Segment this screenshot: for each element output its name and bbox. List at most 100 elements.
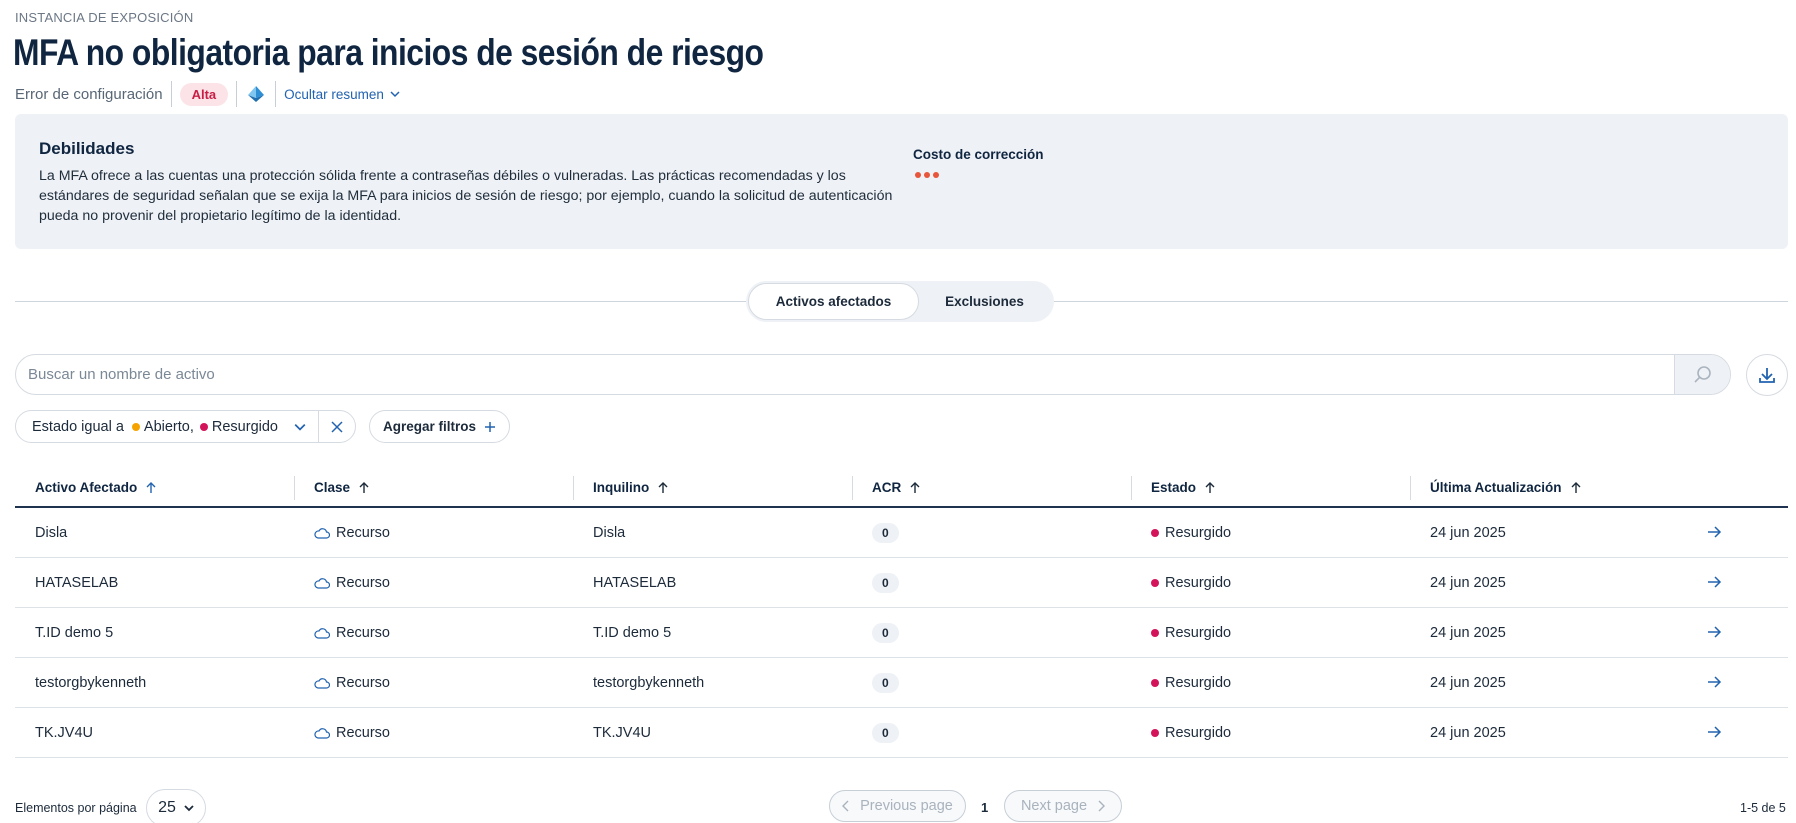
exposure-category: Error de configuración — [15, 85, 163, 103]
status-resurged-dot — [1151, 528, 1159, 537]
previous-page-button[interactable]: Previous page — [829, 790, 966, 822]
cell-acr: 0 — [852, 622, 1131, 643]
divider — [170, 81, 172, 107]
tab-exclusions[interactable]: Exclusiones — [919, 283, 1050, 320]
cell-class: Recurso — [294, 525, 573, 541]
cell-tenant: T.ID demo 5 — [593, 624, 672, 641]
hide-summary-toggle[interactable]: Ocultar resumen — [284, 87, 400, 102]
acr-badge: 0 — [872, 672, 899, 693]
row-open-button[interactable] — [1705, 623, 1723, 641]
table-row[interactable]: TK.JV4U Recurso TK.JV4U 0 Resurgido 24 j… — [15, 708, 1788, 758]
row-open-button[interactable] — [1705, 723, 1723, 741]
column-header-asset[interactable]: Activo Afectado — [15, 468, 294, 506]
cost-dot — [924, 172, 930, 178]
arrow-right-icon — [1708, 626, 1722, 638]
download-button[interactable] — [1746, 354, 1788, 396]
filter-value-open: Abierto, — [143, 418, 194, 435]
cell-class: Recurso — [294, 625, 573, 641]
tab-divider-left — [15, 301, 746, 302]
cell-status: Resurgido — [1131, 625, 1410, 641]
items-per-page-value: 25 — [158, 799, 176, 816]
cell-status: Resurgido — [1131, 525, 1410, 541]
exposure-meta-row: Error de configuración Alta Ocultar resu… — [15, 80, 400, 108]
azure-icon — [245, 83, 267, 105]
column-header-tenant[interactable]: Inquilino — [573, 468, 852, 506]
arrow-right-icon — [1708, 576, 1722, 588]
search-bar — [15, 354, 1731, 395]
class-label: Recurso — [336, 624, 390, 641]
cloud-icon — [314, 577, 330, 589]
weakness-description: La MFA ofrece a las cuentas una protecci… — [39, 168, 893, 224]
cell-status: Resurgido — [1131, 725, 1410, 741]
search-button[interactable] — [1674, 355, 1730, 394]
page-title: MFA no obligatoria para inicios de sesió… — [13, 32, 764, 73]
column-header-label: ACR — [872, 479, 902, 495]
cell-acr: 0 — [852, 522, 1131, 543]
tab-affected-assets[interactable]: Activos afectados — [748, 283, 919, 320]
add-filters-label: Agregar filtros — [383, 419, 477, 434]
cell-last-update: 24 jun 2025 — [1430, 724, 1506, 741]
cloud-icon — [314, 627, 330, 639]
current-page: 1 — [981, 800, 989, 815]
chevron-right-icon — [1098, 800, 1106, 812]
arrow-right-icon — [1708, 676, 1722, 688]
cell-asset: testorgbykenneth — [35, 674, 147, 691]
acr-badge: 0 — [872, 522, 899, 543]
table-row[interactable]: HATASELAB Recurso HATASELAB 0 Resurgido … — [15, 558, 1788, 608]
status-filter-dropdown[interactable]: Estado igual a Abierto, Resurgido — [16, 411, 319, 442]
cell-acr: 0 — [852, 672, 1131, 693]
status-resurged-dot — [1151, 728, 1159, 737]
column-header-class[interactable]: Clase — [294, 468, 573, 506]
severity-badge: Alta — [179, 82, 229, 106]
status-label: Resurgido — [1165, 724, 1232, 741]
column-header-last-update[interactable]: Última Actualización — [1410, 468, 1788, 506]
status-label: Resurgido — [1165, 674, 1232, 691]
table-row[interactable]: testorgbykenneth Recurso testorgbykennet… — [15, 658, 1788, 708]
affected-assets-table: Activo Afectado Clase Inquilino ACR Esta… — [15, 468, 1788, 758]
cell-status: Resurgido — [1131, 575, 1410, 591]
status-open-dot — [131, 422, 140, 431]
row-open-button[interactable] — [1705, 573, 1723, 591]
next-page-button[interactable]: Next page — [1004, 790, 1122, 822]
previous-page-label: Previous page — [860, 798, 953, 814]
table-header: Activo Afectado Clase Inquilino ACR Esta… — [15, 468, 1788, 508]
row-open-button[interactable] — [1705, 523, 1723, 541]
next-page-label: Next page — [1020, 798, 1088, 814]
status-resurged-dot — [1151, 678, 1159, 687]
sort-arrow-up-icon — [658, 482, 668, 493]
items-per-page-select[interactable]: 25 — [146, 789, 206, 823]
search-icon — [1693, 365, 1711, 383]
clear-filter-button[interactable] — [319, 411, 355, 442]
status-label: Resurgido — [1165, 574, 1232, 591]
status-resurged-dot — [1151, 628, 1159, 637]
table-row[interactable]: Disla Recurso Disla 0 Resurgido 24 jun 2… — [15, 508, 1788, 558]
sort-arrow-up-icon — [910, 482, 920, 493]
download-icon — [1759, 368, 1775, 383]
column-header-acr[interactable]: ACR — [852, 468, 1131, 506]
cloud-icon — [314, 527, 330, 539]
remediation-cost-label: Costo de corrección — [913, 147, 1044, 162]
tab-divider-right — [1054, 301, 1788, 302]
add-filters-button[interactable]: Agregar filtros — [369, 410, 511, 443]
items-per-page-label: Elementos por página — [15, 801, 137, 815]
cell-status: Resurgido — [1131, 675, 1410, 691]
cell-tenant: TK.JV4U — [593, 724, 652, 741]
row-open-button[interactable] — [1705, 673, 1723, 691]
cell-acr: 0 — [852, 722, 1131, 743]
cell-class: Recurso — [294, 575, 573, 591]
column-header-label: Última Actualización — [1430, 479, 1562, 495]
cell-class: Recurso — [294, 725, 573, 741]
search-input[interactable] — [16, 355, 1674, 394]
acr-badge: 0 — [872, 572, 899, 593]
close-icon — [331, 420, 343, 433]
column-header-label: Estado — [1151, 479, 1197, 495]
divider — [236, 81, 238, 107]
column-header-label: Clase — [314, 479, 351, 495]
column-header-status[interactable]: Estado — [1131, 468, 1410, 506]
weakness-panel: Debilidades La MFA ofrece a las cuentas … — [15, 114, 1788, 249]
cell-asset: TK.JV4U — [35, 724, 94, 741]
page-eyebrow: INSTANCIA DE EXPOSICIÓN — [15, 10, 194, 25]
table-row[interactable]: T.ID demo 5 Recurso T.ID demo 5 0 Resurg… — [15, 608, 1788, 658]
cell-tenant: testorgbykenneth — [593, 674, 705, 691]
column-header-label: Inquilino — [593, 479, 650, 495]
